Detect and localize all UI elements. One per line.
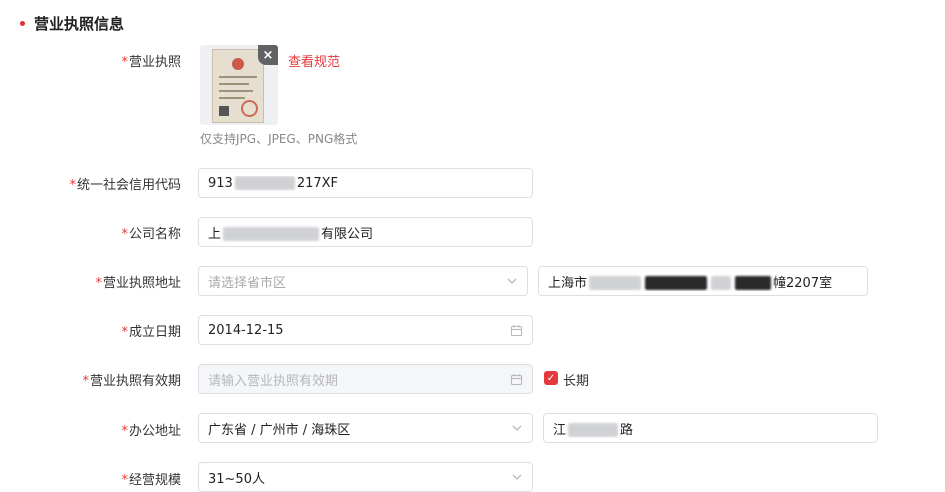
section-title-text: 营业执照信息 <box>34 14 125 33</box>
long-term-checkbox[interactable]: ✓ <box>544 371 558 385</box>
bullet-dot <box>20 20 25 26</box>
validity-label: *营业执照有效期 <box>82 374 181 389</box>
license-address-detail-input[interactable]: 上海市 幢2207室 <box>538 266 868 296</box>
chevron-down-icon <box>506 275 518 287</box>
company-name-input[interactable]: 上有限公司 <box>198 217 533 247</box>
credit-code-input[interactable]: 913 217XF <box>198 168 533 198</box>
office-address-detail-input[interactable]: 江路 <box>543 413 878 443</box>
office-address-label: *办公地址 <box>121 424 181 439</box>
license-thumbnail[interactable]: × <box>200 45 278 125</box>
validity-input[interactable]: 请输入营业执照有效期 <box>198 364 533 394</box>
license-label: *营业执照 <box>121 55 181 70</box>
established-label: *成立日期 <box>121 325 181 340</box>
license-address-label: *营业执照地址 <box>95 276 181 291</box>
close-icon[interactable]: × <box>258 45 278 65</box>
office-region-select[interactable]: 广东省 / 广州市 / 海珠区 <box>198 413 533 443</box>
license-region-select[interactable]: 请选择省市区 <box>198 266 528 296</box>
credit-code-label: *统一社会信用代码 <box>69 178 181 193</box>
chevron-down-icon <box>511 422 523 434</box>
view-spec-link[interactable]: 查看规范 <box>288 51 340 70</box>
established-date-input[interactable]: 2014-12-15 <box>198 315 533 345</box>
long-term-label[interactable]: 长期 <box>563 370 589 389</box>
format-hint: 仅支持JPG、JPEG、PNG格式 <box>200 132 358 146</box>
scale-label: *经营规模 <box>121 473 181 488</box>
chevron-down-icon <box>511 471 523 483</box>
section-title: 营业执照信息 <box>20 12 124 34</box>
license-image <box>212 49 264 123</box>
calendar-icon <box>510 373 523 386</box>
check-icon: ✓ <box>546 372 556 384</box>
company-name-label: *公司名称 <box>121 227 181 242</box>
calendar-icon <box>510 324 523 337</box>
